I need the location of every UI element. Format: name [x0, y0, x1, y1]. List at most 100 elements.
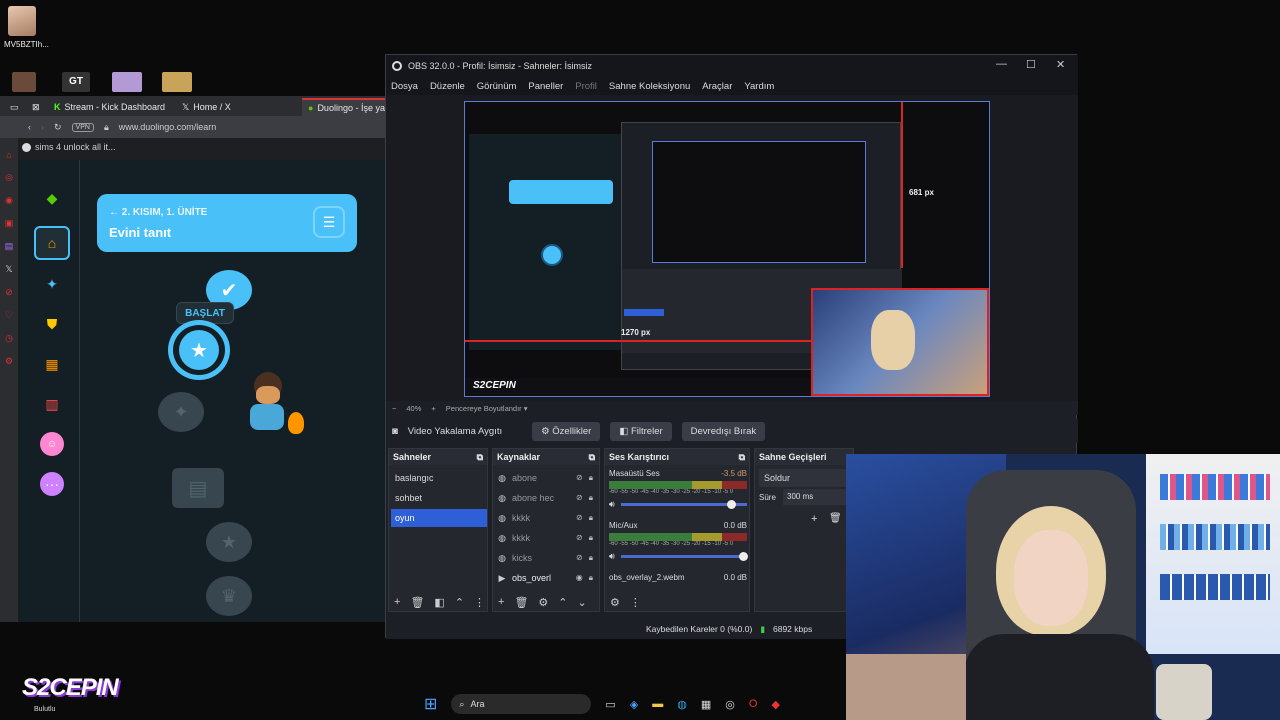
settings-icon[interactable]: ⚙: [610, 596, 620, 609]
copilot-icon[interactable]: ◈: [630, 698, 638, 711]
source-item[interactable]: ▶ obs_overl ◉ 🔒︎: [497, 569, 593, 587]
source-item[interactable]: ◍ kkkk ⊘ 🔒︎: [497, 509, 593, 527]
lock-icon[interactable]: 🔒︎: [589, 493, 593, 503]
source-item[interactable]: ◍ kicks ⊘ 🔒︎: [497, 549, 593, 567]
lock-icon[interactable]: 🔒︎: [589, 533, 593, 543]
home-icon[interactable]: ⌂: [34, 226, 70, 260]
file-explorer-icon[interactable]: ▬: [652, 698, 663, 710]
lock-icon[interactable]: 🔒︎: [589, 573, 593, 583]
menu-gorunum[interactable]: Görünüm: [477, 81, 517, 92]
scene-item-selected[interactable]: oyun: [391, 509, 487, 527]
menu-araclar[interactable]: Araçlar: [702, 81, 732, 92]
speaker-icon[interactable]: 🔊︎: [609, 551, 615, 562]
unit-card[interactable]: ← 2. KISIM, 1. ÜNİTE Evini tanıt ☰: [97, 194, 357, 252]
webcam-source-selected[interactable]: [811, 288, 989, 396]
filters-button[interactable]: ◧ Filtreler: [610, 421, 672, 441]
source-item[interactable]: ◍ abone hec ⊘ 🔒︎: [497, 489, 593, 507]
add-icon[interactable]: +: [394, 596, 400, 608]
store-icon[interactable]: ▦: [701, 698, 711, 711]
source-item[interactable]: ◍ kkkk ⊘ 🔒︎: [497, 529, 593, 547]
add-icon[interactable]: +: [498, 596, 504, 608]
current-lesson-node[interactable]: ★: [168, 320, 230, 380]
up-icon[interactable]: ⌃: [558, 596, 567, 609]
taskbar-thumb[interactable]: [112, 72, 142, 92]
more-icon[interactable]: ⋮: [474, 596, 485, 609]
trash-icon[interactable]: 🗑︎: [410, 596, 424, 609]
task-view-icon[interactable]: ▭: [605, 698, 615, 711]
source-item[interactable]: ◍ abone ⊘ 🔒︎: [497, 469, 593, 487]
menu-dosya[interactable]: Dosya: [391, 81, 418, 92]
menu-profil[interactable]: Profil: [575, 81, 597, 92]
taskbar-thumb[interactable]: [12, 72, 36, 92]
tab-pin[interactable]: ⊠: [26, 98, 46, 116]
more-icon[interactable]: ⋮: [630, 596, 641, 609]
locked-chest-icon[interactable]: ▤: [172, 468, 224, 508]
dock-undock-icon[interactable]: ⧉: [589, 452, 595, 463]
profile-icon[interactable]: ☺: [40, 432, 64, 456]
pinterest-icon[interactable]: ⊘: [0, 287, 18, 298]
windows-start-icon[interactable]: ⊞: [424, 694, 437, 714]
edge-icon[interactable]: ◍: [677, 698, 687, 711]
deactivate-button[interactable]: Devredışı Bırak: [681, 421, 766, 441]
x-icon[interactable]: 𝕏: [0, 264, 18, 275]
hidden-eye-icon[interactable]: ⊘: [576, 513, 583, 523]
taskbar-search[interactable]: ⌕ Ara: [451, 694, 592, 714]
dock-undock-icon[interactable]: ⧉: [477, 452, 483, 463]
learn-icon[interactable]: ◆: [40, 186, 64, 210]
menu-paneller[interactable]: Paneller: [528, 81, 563, 92]
home-icon[interactable]: ⌂: [0, 150, 18, 160]
tab-x[interactable]: 𝕏 Home / X: [176, 98, 296, 116]
settings-icon[interactable]: ⚙: [538, 596, 548, 609]
preview-canvas[interactable]: 681 px 1270 px S2CEPIN: [464, 101, 990, 397]
twitch-icon[interactable]: ▤: [0, 241, 18, 252]
hidden-eye-icon[interactable]: ⊘: [576, 533, 583, 543]
notification[interactable]: sims 4 unlock all it...: [22, 142, 116, 152]
volume-slider-knob[interactable]: [739, 552, 749, 561]
speaker-icon[interactable]: 🔊︎: [609, 499, 615, 510]
tab-pin[interactable]: ▭: [4, 98, 26, 116]
hidden-eye-icon[interactable]: ⊘: [576, 493, 583, 503]
volume-slider[interactable]: [620, 500, 747, 509]
reload-icon[interactable]: ↻: [54, 122, 62, 133]
quests-icon[interactable]: ▥: [40, 392, 64, 416]
practice-icon[interactable]: ✦: [40, 272, 64, 296]
opera-icon[interactable]: O: [749, 698, 758, 710]
trash-icon[interactable]: 🗑︎: [514, 596, 528, 609]
forward-icon[interactable]: ›: [41, 122, 44, 132]
close-icon[interactable]: ✕: [1056, 58, 1065, 71]
trash-icon[interactable]: 🗑︎: [829, 513, 842, 524]
locked-trophy-icon[interactable]: ♛: [206, 576, 252, 616]
chest-icon[interactable]: ▦: [40, 352, 64, 376]
lock-icon[interactable]: 🔒︎: [589, 553, 593, 563]
whatsapp-icon[interactable]: ◉: [0, 195, 18, 206]
scene-item[interactable]: baslangıc: [391, 469, 487, 487]
transition-select[interactable]: Soldur: [759, 469, 851, 487]
locked-practice-icon[interactable]: ✦: [158, 392, 204, 432]
menu-duzenle[interactable]: Düzenle: [430, 81, 465, 92]
taskbar-thumb[interactable]: [162, 72, 192, 92]
down-icon[interactable]: ⌄: [578, 596, 587, 609]
duration-input[interactable]: 300 ms: [783, 489, 847, 505]
tab-duolingo[interactable]: ● Duolingo - İşe ya: [302, 98, 386, 116]
filter-icon[interactable]: ◧: [434, 596, 444, 609]
zoom-in-icon[interactable]: +: [431, 404, 435, 413]
lock-icon[interactable]: 🔒︎: [589, 513, 593, 523]
instagram-icon[interactable]: ▣: [0, 218, 18, 229]
settings-icon[interactable]: ⚙: [0, 356, 18, 367]
url-field[interactable]: www.duolingo.com/learn: [119, 122, 217, 132]
profile-avatar[interactable]: [8, 6, 36, 36]
scene-item[interactable]: sohbet: [391, 489, 487, 507]
tab-kick[interactable]: K Stream - Kick Dashboard: [48, 98, 176, 116]
back-icon[interactable]: ‹: [28, 122, 31, 132]
menu-yardim[interactable]: Yardım: [744, 81, 774, 92]
more-icon[interactable]: ···: [40, 472, 64, 496]
app-icon[interactable]: ◆: [771, 698, 779, 711]
dock-undock-icon[interactable]: ⧉: [739, 452, 745, 463]
obs-icon[interactable]: ◎: [725, 698, 735, 711]
menu-sahne-koleksiyonu[interactable]: Sahne Koleksiyonu: [609, 81, 690, 92]
zoom-out-icon[interactable]: −: [392, 404, 396, 413]
add-icon[interactable]: +: [811, 513, 817, 525]
guidebook-icon[interactable]: ☰: [313, 206, 345, 238]
vpn-badge[interactable]: VPN: [71, 122, 94, 132]
locked-star-icon[interactable]: ★: [206, 522, 252, 562]
